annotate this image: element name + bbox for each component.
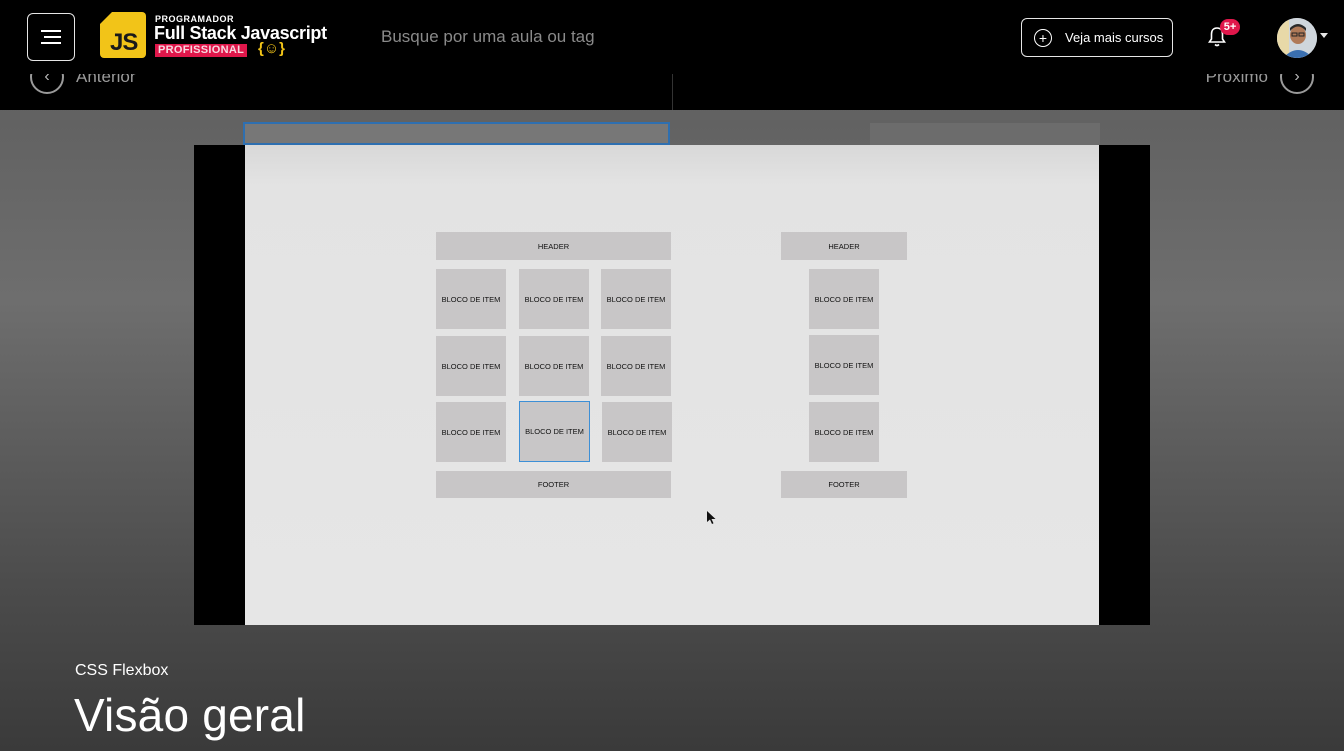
course-module-label: CSS Flexbox [75, 662, 169, 679]
logo-tag: PROFISSIONAL [155, 44, 248, 57]
plus-circle-icon: + [1034, 28, 1052, 47]
chevron-down-icon[interactable] [1320, 33, 1328, 38]
next-label: Próximo [1205, 74, 1268, 86]
video-player[interactable]: HEADER BLOCO DE ITEM BLOCO DE ITEM BLOCO… [194, 145, 1150, 625]
video-slide: HEADER BLOCO DE ITEM BLOCO DE ITEM BLOCO… [245, 145, 1099, 625]
chevron-left-icon: ‹ [30, 74, 64, 94]
nav-divider [672, 74, 673, 110]
user-avatar[interactable] [1277, 18, 1317, 58]
layout-item-block-selected: BLOCO DE ITEM [519, 401, 590, 462]
layout-item-block: BLOCO DE ITEM [809, 402, 879, 462]
background-header-ghost [243, 122, 670, 145]
layout-header-block: HEADER [436, 232, 671, 260]
layout-footer-block: FOOTER [436, 471, 671, 498]
menu-button[interactable] [27, 13, 75, 61]
layout-footer-block: FOOTER [781, 471, 907, 498]
logo-title: Full Stack Javascript [154, 23, 327, 43]
lesson-title: Visão geral [74, 689, 306, 741]
more-courses-label: Veja mais cursos [1065, 30, 1164, 45]
next-lesson-link[interactable]: Próximo › [1206, 74, 1314, 94]
layout-item-block: BLOCO DE ITEM [809, 269, 879, 329]
layout-item-block: BLOCO DE ITEM [601, 269, 671, 329]
hamburger-menu-icon [41, 30, 61, 44]
layout-item-block: BLOCO DE ITEM [436, 336, 506, 396]
layout-header-block: HEADER [781, 232, 907, 260]
notification-count-badge: 5+ [1220, 19, 1240, 35]
top-bar: JS PROGRAMADOR Full Stack Javascript PRO… [0, 0, 1344, 74]
layout-item-block: BLOCO DE ITEM [602, 402, 672, 462]
previous-label: Anterior [76, 74, 136, 86]
mouse-cursor-icon [707, 511, 716, 524]
previous-lesson-link[interactable]: ‹ Anterior [30, 74, 136, 94]
layout-item-block: BLOCO DE ITEM [436, 269, 506, 329]
chevron-right-icon: › [1280, 74, 1314, 94]
background-header-ghost [870, 123, 1100, 145]
js-logo-badge: JS [100, 12, 146, 58]
avatar-photo-icon [1277, 18, 1317, 58]
lesson-navigation: ‹ Anterior Próximo › [0, 74, 1344, 110]
layout-item-block: BLOCO DE ITEM [809, 335, 879, 395]
search-input[interactable]: Busque por uma aula ou tag [381, 27, 595, 47]
layout-item-block: BLOCO DE ITEM [601, 336, 671, 396]
layout-item-block: BLOCO DE ITEM [519, 269, 589, 329]
more-courses-button[interactable]: + Veja mais cursos [1021, 18, 1173, 57]
site-logo[interactable]: JS PROGRAMADOR Full Stack Javascript PRO… [100, 12, 330, 60]
layout-item-block: BLOCO DE ITEM [436, 402, 506, 462]
logo-brace-icon: {☺} [258, 40, 285, 57]
layout-item-block: BLOCO DE ITEM [519, 336, 589, 396]
